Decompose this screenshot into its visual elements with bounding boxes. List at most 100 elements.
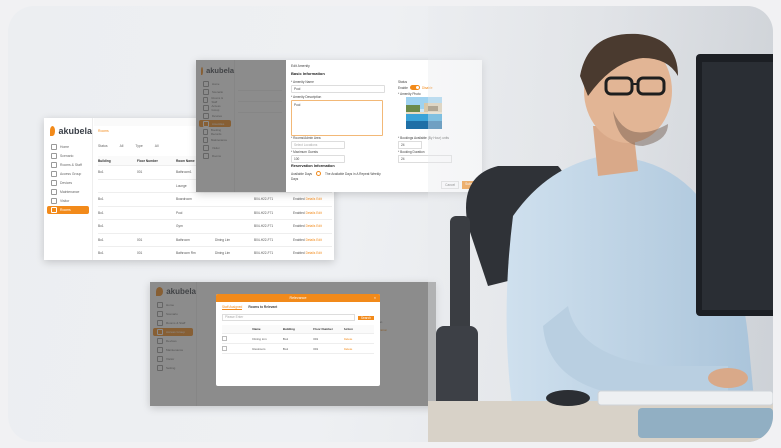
menu-icon [51, 180, 57, 186]
edit-link[interactable]: Edit [316, 224, 322, 228]
table-cell: Enabled Details Edit [293, 251, 332, 255]
table-cell: 001 [137, 170, 143, 175]
table-cell: Bo1 [98, 237, 104, 242]
status-text: Enabled [293, 197, 306, 202]
table-cell: Restroom [252, 346, 266, 351]
table-cell: B04-H22-F71 [254, 237, 274, 242]
menu-icon [51, 153, 57, 159]
details-link[interactable]: Details [306, 251, 317, 255]
menu-icon [51, 144, 57, 150]
column-header: Floor Number [313, 327, 333, 331]
column-header: Building [282, 327, 295, 331]
edit-link[interactable]: Edit [316, 197, 322, 201]
table-cell: Enabled Details Edit [293, 224, 332, 228]
close-icon[interactable]: × [374, 294, 376, 302]
rooms-nav-item[interactable]: Maintenance [47, 188, 89, 196]
rooms-nav-label: Access Group [60, 172, 82, 176]
row-checkbox[interactable] [222, 335, 252, 342]
table-cell: Bo1 [98, 251, 104, 256]
delete-link[interactable]: Delete [344, 337, 374, 341]
status-toggle[interactable] [409, 85, 420, 90]
amenity-name-input[interactable]: Pool [291, 85, 385, 93]
rooms-nav-label: Devices [60, 181, 73, 185]
tab-rooms-relevant[interactable]: Rooms to Relevant [248, 305, 277, 310]
table-cell: Bo1 [98, 170, 104, 175]
amenity-description-input[interactable]: Pool [291, 100, 383, 136]
filter-label[interactable]: All [155, 144, 159, 148]
table-cell: Bo1 [282, 346, 289, 351]
rooms-nav-item[interactable]: Home [47, 143, 89, 151]
table-row: Bo1 001 Bathroom Dining Lim B04-H22-F71 Enabl… [98, 234, 332, 247]
search-input[interactable]: Please Enter [222, 314, 355, 321]
relevance-modal: Relevance × Staff Assigned Rooms to Rele… [216, 294, 380, 386]
table-cell: Pool [176, 210, 183, 215]
details-link[interactable]: Details [306, 224, 317, 228]
status-text: Enabled [293, 237, 306, 242]
table-cell: Bathroom [176, 237, 190, 242]
edit-link[interactable]: Edit [316, 211, 322, 215]
rooms-nav-item[interactable]: Rooms [47, 206, 89, 214]
rooms-nav-label: Rooms [60, 208, 71, 212]
rooms-nav-label: Rooms & Staff [60, 163, 82, 167]
table-cell: 001 [313, 336, 319, 341]
rooms-nav-item[interactable]: Scenario [47, 152, 89, 160]
checkbox-icon[interactable] [222, 345, 227, 351]
radio-icon[interactable] [316, 171, 322, 176]
rooms-nav-label: Maintenance [60, 190, 80, 194]
delete-link[interactable]: Delete [344, 347, 374, 351]
details-link[interactable]: Details [306, 211, 317, 215]
checkbox-icon[interactable] [222, 335, 227, 341]
menu-icon [51, 207, 57, 213]
rooms-nav-item[interactable]: Rooms & Staff [47, 161, 89, 169]
menu-icon [51, 162, 57, 168]
table-cell: 001 [137, 237, 143, 242]
table-cell: Bathroom Rm [176, 251, 196, 256]
max-guests-input[interactable]: 100 [291, 155, 345, 163]
details-link[interactable]: Details [306, 197, 317, 201]
modal-title: Relevance [289, 296, 307, 300]
rooms-nav-item[interactable]: Devices [47, 179, 89, 187]
person-at-desk-photo [428, 6, 773, 442]
table-cell: Bo1 [98, 197, 104, 202]
hero-card: akubela Home Scenario Rooms & Staff Access … [8, 6, 773, 442]
column-header: Action [343, 327, 353, 331]
tab-staff-assigned[interactable]: Staff Assigned [222, 305, 243, 310]
table-cell: Dining Lim [215, 251, 231, 256]
filter-label[interactable]: All [120, 144, 124, 148]
rooms-nav-item[interactable]: Visitor [47, 197, 89, 205]
edit-link[interactable]: Edit [316, 238, 322, 242]
rooms-select[interactable]: Select Locations [291, 141, 345, 149]
column-header: Building [98, 158, 111, 163]
filter-label[interactable]: Status [98, 144, 108, 148]
search-button[interactable]: Search [357, 315, 374, 320]
breadcrumb: Rooms [98, 129, 109, 133]
table-row: Bo1 Gym B04-H22-F71 Enabled Details Edit [98, 220, 332, 234]
table-cell: Bo1 [98, 224, 104, 229]
status-text: Enabled [293, 251, 306, 256]
table-row: Restroom Bo1 001 Delete [222, 344, 374, 354]
column-header: Name [252, 327, 261, 331]
booking-hours-input[interactable]: 24 [398, 141, 422, 149]
table-cell: Enabled Details Edit [293, 211, 332, 215]
details-link[interactable]: Details [306, 238, 317, 242]
drawer-title: Edit Amenity [291, 64, 310, 68]
status-text: Enabled [293, 210, 306, 215]
table-row: Bo1 001 Bathroom Rm Dining Lim B04-H22-F71 En… [98, 247, 332, 260]
table-cell: Dining Lim [215, 237, 231, 242]
table-cell: Boardroom [176, 197, 192, 202]
filter-label[interactable]: Type [135, 144, 142, 148]
edit-link[interactable]: Edit [316, 251, 322, 255]
table-cell: 001 [137, 251, 143, 256]
table-cell: Bo1 [282, 336, 289, 341]
table-cell: Enabled Details Edit [293, 197, 332, 201]
table-cell: B04-H22-F71 [254, 251, 274, 256]
menu-icon [51, 171, 57, 177]
rooms-nav-label: Home [60, 145, 70, 149]
section-reservation: Reservation Information [291, 164, 335, 168]
row-checkbox[interactable] [222, 345, 252, 352]
table-cell: Bo1 [98, 210, 104, 215]
rooms-nav-item[interactable]: Access Group [47, 170, 89, 178]
column-header: Floor Number [137, 158, 158, 163]
rooms-nav-label: Visitor [60, 199, 70, 203]
menu-icon [51, 189, 57, 195]
